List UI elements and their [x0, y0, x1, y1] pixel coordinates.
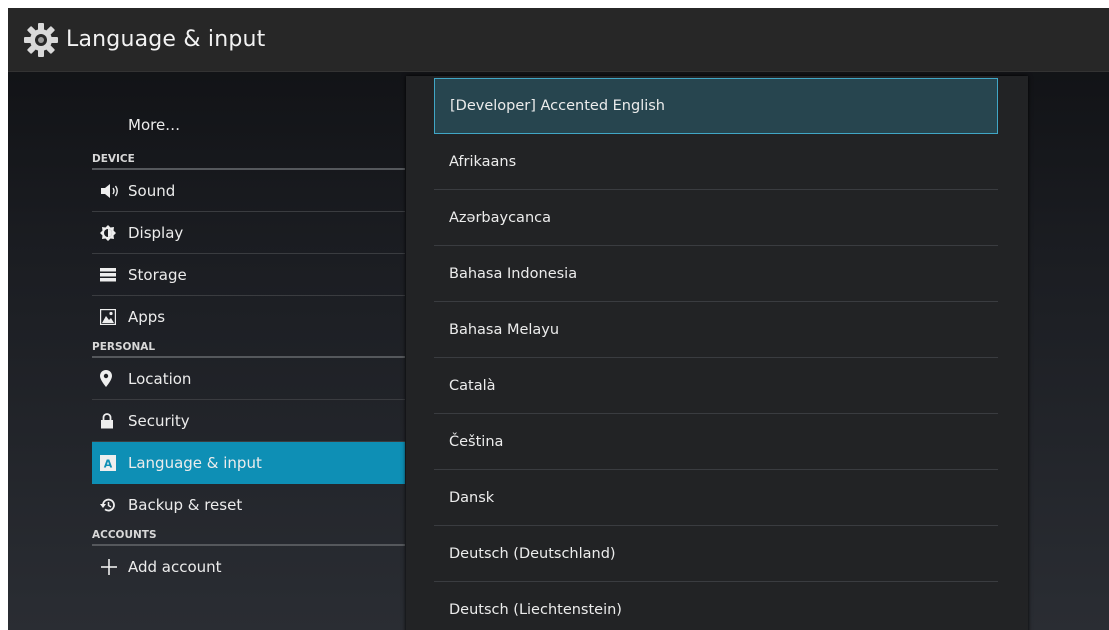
restore-icon	[100, 496, 128, 514]
language-item[interactable]: Čeština	[434, 414, 998, 470]
section-header-personal: PERSONAL	[92, 338, 405, 358]
language-item[interactable]: Afrikaans	[434, 134, 998, 190]
storage-icon	[100, 266, 128, 284]
language-item[interactable]: Azərbaycanca	[434, 190, 998, 246]
language-item[interactable]: Català	[434, 358, 998, 414]
language-list[interactable]: [Developer] Accented English Afrikaans A…	[434, 78, 998, 630]
plus-icon	[100, 558, 128, 576]
sidebar-item-label: Language & input	[128, 453, 262, 472]
language-picker-dialog: [Developer] Accented English Afrikaans A…	[406, 76, 1028, 630]
brightness-icon	[100, 224, 128, 242]
sidebar-item-location[interactable]: Location	[92, 358, 405, 400]
sidebar-item-sound[interactable]: Sound	[92, 170, 405, 212]
sidebar-item-display[interactable]: Display	[92, 212, 405, 254]
android-settings-screen: Language & input More… DEVICE Sound Disp…	[8, 8, 1109, 630]
sidebar-item-label: Sound	[128, 181, 176, 200]
sidebar-item-label: Backup & reset	[128, 496, 243, 514]
sidebar-item-label: More…	[128, 116, 181, 134]
keyboard-a-icon: A	[100, 454, 128, 472]
page-title: Language & input	[66, 27, 266, 52]
settings-gear-icon[interactable]	[20, 19, 62, 61]
sidebar-item-backup-reset[interactable]: Backup & reset	[92, 484, 405, 526]
sidebar-item-storage[interactable]: Storage	[92, 254, 405, 296]
section-header-accounts: ACCOUNTS	[92, 526, 405, 546]
language-item[interactable]: Deutsch (Deutschland)	[434, 526, 998, 582]
language-item[interactable]: Dansk	[434, 470, 998, 526]
sidebar-item-label: Add account	[128, 558, 222, 576]
sidebar-item-apps[interactable]: Apps	[92, 296, 405, 338]
language-item[interactable]: Bahasa Melayu	[434, 302, 998, 358]
sidebar-item-label: Apps	[128, 308, 166, 326]
sidebar-item-more[interactable]: More…	[92, 100, 405, 150]
action-bar: Language & input	[8, 8, 1109, 72]
apps-icon	[100, 308, 128, 326]
language-item[interactable]: Bahasa Indonesia	[434, 246, 998, 302]
language-item[interactable]: Deutsch (Liechtenstein)	[434, 582, 998, 630]
section-header-device: DEVICE	[92, 150, 405, 170]
sidebar-item-label: Storage	[128, 265, 187, 284]
sidebar-item-add-account[interactable]: Add account	[92, 546, 405, 588]
lock-icon	[100, 412, 128, 430]
sidebar-item-security[interactable]: Security	[92, 400, 405, 442]
sidebar-item-label: Display	[128, 223, 184, 242]
svg-text:A: A	[104, 457, 113, 470]
settings-sidebar: More… DEVICE Sound Display Storage Apps	[92, 100, 405, 588]
sidebar-item-language-input[interactable]: A Language & input	[92, 442, 405, 484]
sidebar-item-label: Location	[128, 369, 192, 388]
speaker-icon	[100, 182, 128, 200]
sidebar-item-label: Security	[128, 411, 190, 430]
language-item[interactable]: [Developer] Accented English	[434, 78, 998, 134]
location-pin-icon	[100, 370, 128, 388]
